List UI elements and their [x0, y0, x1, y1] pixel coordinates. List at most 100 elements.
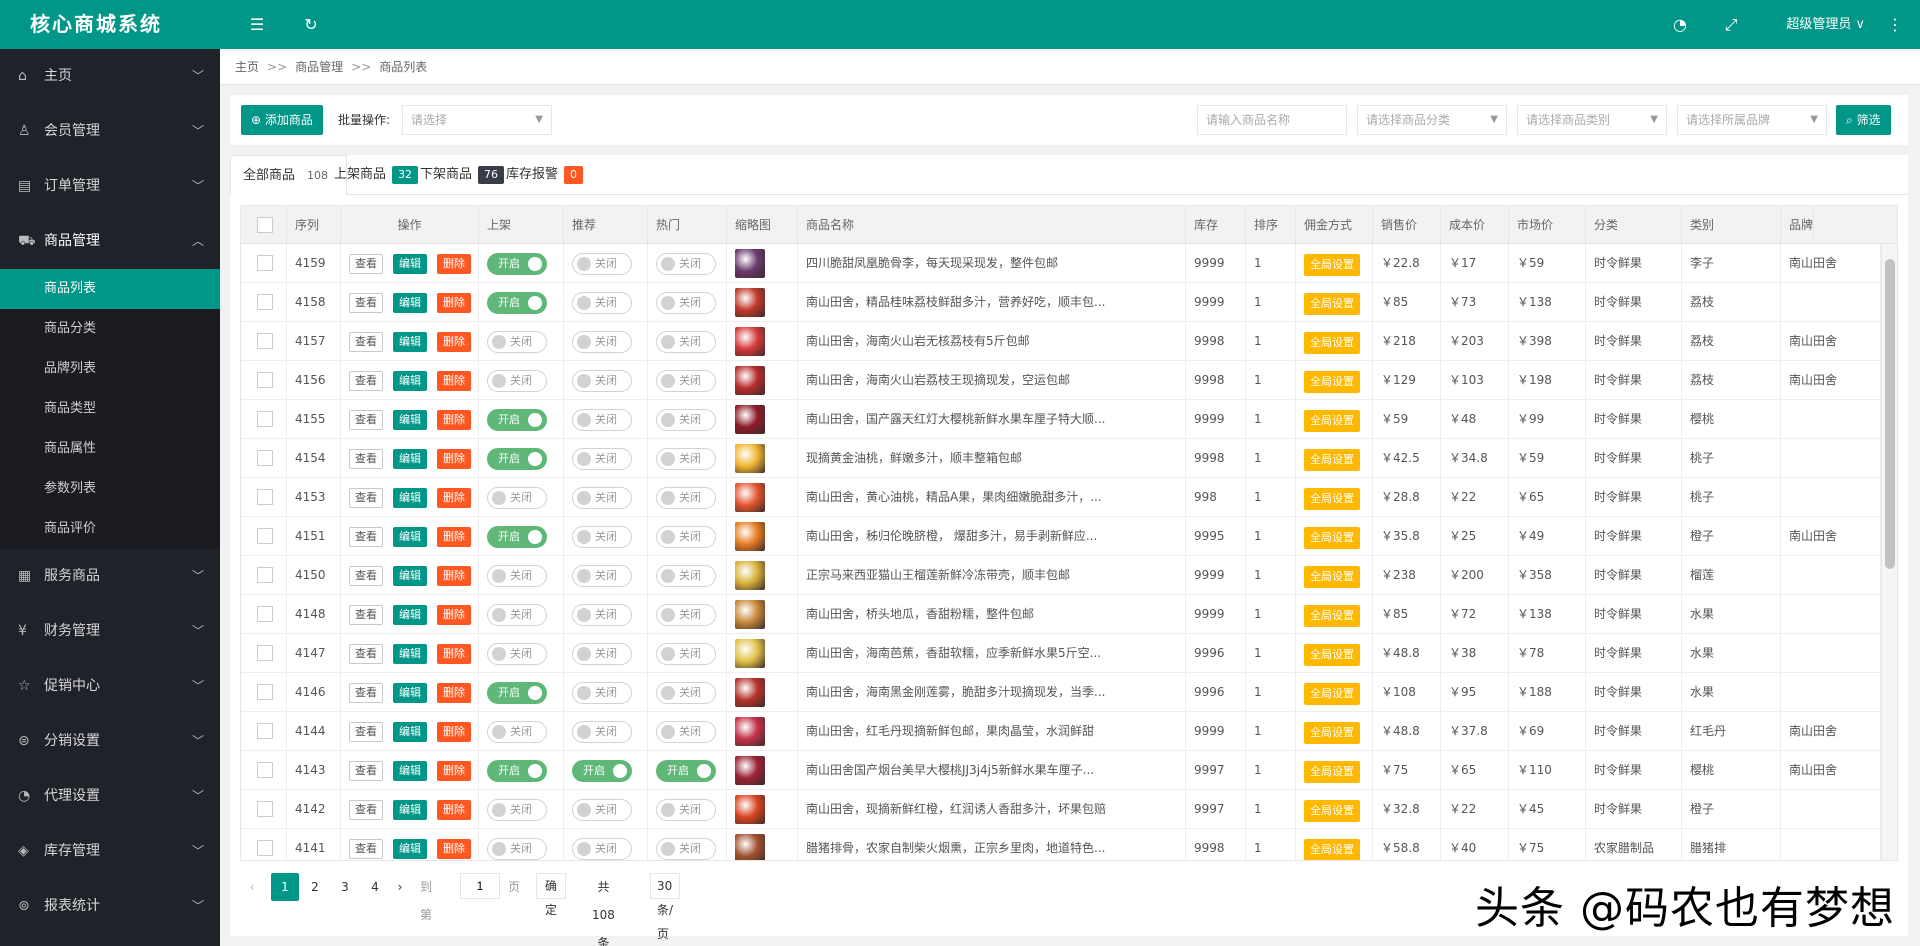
row-checkbox[interactable]	[257, 528, 273, 544]
admin-user-menu[interactable]: 超级管理员 ∨	[1786, 0, 1865, 49]
global-setting-button[interactable]: 全局设置	[1304, 332, 1360, 354]
delete-button[interactable]: 删除	[437, 527, 471, 547]
product-thumbnail[interactable]	[735, 249, 765, 278]
product-thumbnail[interactable]	[735, 327, 765, 356]
sidebar-group[interactable]: ▤ 订单管理 ﹀	[0, 159, 220, 214]
product-thumbnail[interactable]	[735, 483, 765, 512]
hot-switch[interactable]: 关闭	[656, 292, 716, 314]
row-checkbox[interactable]	[257, 294, 273, 310]
hot-switch[interactable]: 关闭	[656, 253, 716, 275]
product-thumbnail[interactable]	[735, 405, 765, 434]
recommend-switch[interactable]: 关闭	[572, 409, 632, 431]
on-shelf-switch[interactable]: 关闭	[487, 331, 547, 353]
delete-button[interactable]: 删除	[437, 254, 471, 274]
hot-switch[interactable]: 关闭	[656, 565, 716, 587]
delete-button[interactable]: 删除	[437, 293, 471, 313]
row-checkbox[interactable]	[257, 255, 273, 271]
recommend-switch[interactable]: 关闭	[572, 292, 632, 314]
page-2-button[interactable]: 2	[301, 873, 329, 901]
recommend-switch[interactable]: 关闭	[572, 253, 632, 275]
product-name-input[interactable]	[1197, 105, 1347, 135]
edit-button[interactable]: 编辑	[393, 800, 427, 820]
view-button[interactable]: 查看	[349, 839, 383, 859]
row-checkbox[interactable]	[257, 684, 273, 700]
edit-button[interactable]: 编辑	[393, 722, 427, 742]
sidebar-group[interactable]: ☆ 促销中心 ﹀	[0, 659, 220, 714]
menu-fold-icon[interactable]: ☰	[242, 0, 272, 49]
row-checkbox[interactable]	[257, 606, 273, 622]
sidebar-group[interactable]: ▦ 服务商品 ﹀	[0, 549, 220, 604]
product-thumbnail[interactable]	[735, 600, 765, 629]
product-thumbnail[interactable]	[735, 444, 765, 473]
view-button[interactable]: 查看	[349, 488, 383, 508]
row-checkbox[interactable]	[257, 372, 273, 388]
recommend-switch[interactable]: 关闭	[572, 643, 632, 665]
sidebar-group[interactable]: ⊜ 分销设置 ﹀	[0, 714, 220, 769]
global-setting-button[interactable]: 全局设置	[1304, 761, 1360, 783]
row-checkbox[interactable]	[257, 840, 273, 856]
view-button[interactable]: 查看	[349, 800, 383, 820]
next-page-button[interactable]: ›	[390, 873, 410, 901]
edit-button[interactable]: 编辑	[393, 605, 427, 625]
product-thumbnail[interactable]	[735, 522, 765, 551]
delete-button[interactable]: 删除	[437, 566, 471, 586]
row-checkbox[interactable]	[257, 567, 273, 583]
delete-button[interactable]: 删除	[437, 644, 471, 664]
global-setting-button[interactable]: 全局设置	[1304, 488, 1360, 510]
page-size-select[interactable]: 30 条/页 ▾	[650, 873, 681, 941]
global-setting-button[interactable]: 全局设置	[1304, 605, 1360, 627]
edit-button[interactable]: 编辑	[393, 332, 427, 352]
sidebar-sub-item[interactable]: 品牌列表	[0, 349, 220, 389]
global-setting-button[interactable]: 全局设置	[1304, 839, 1360, 860]
on-shelf-switch[interactable]: 开启	[487, 253, 547, 275]
hot-switch[interactable]: 关闭	[656, 409, 716, 431]
page-3-button[interactable]: 3	[331, 873, 359, 901]
category-select[interactable]: 请选择商品分类 ▼	[1357, 105, 1507, 135]
sidebar-sub-item[interactable]: 商品属性	[0, 429, 220, 469]
page-1-button[interactable]: 1	[271, 873, 299, 901]
sidebar-sub-item[interactable]: 商品分类	[0, 309, 220, 349]
select-all-checkbox[interactable]	[257, 217, 273, 233]
product-thumbnail[interactable]	[735, 756, 765, 785]
hot-switch[interactable]: 关闭	[656, 682, 716, 704]
global-setting-button[interactable]: 全局设置	[1304, 254, 1360, 276]
on-shelf-switch[interactable]: 开启	[487, 760, 547, 782]
delete-button[interactable]: 删除	[437, 371, 471, 391]
edit-button[interactable]: 编辑	[393, 761, 427, 781]
more-icon[interactable]: ⋮	[1880, 0, 1910, 49]
sidebar-group[interactable]: ⛟ 商品管理 ︿	[0, 214, 220, 269]
product-thumbnail[interactable]	[735, 834, 765, 860]
delete-button[interactable]: 删除	[437, 488, 471, 508]
on-shelf-switch[interactable]: 关闭	[487, 565, 547, 587]
product-thumbnail[interactable]	[735, 288, 765, 317]
hot-switch[interactable]: 关闭	[656, 643, 716, 665]
delete-button[interactable]: 删除	[437, 332, 471, 352]
type-select[interactable]: 请选择商品类别 ▼	[1517, 105, 1667, 135]
global-setting-button[interactable]: 全局设置	[1304, 449, 1360, 471]
tab-3[interactable]: 库存报警 0	[494, 155, 595, 195]
global-setting-button[interactable]: 全局设置	[1304, 566, 1360, 588]
recommend-switch[interactable]: 关闭	[572, 370, 632, 392]
product-thumbnail[interactable]	[735, 717, 765, 746]
delete-button[interactable]: 删除	[437, 605, 471, 625]
view-button[interactable]: 查看	[349, 371, 383, 391]
delete-button[interactable]: 删除	[437, 683, 471, 703]
on-shelf-switch[interactable]: 关闭	[487, 799, 547, 821]
global-setting-button[interactable]: 全局设置	[1304, 371, 1360, 393]
breadcrumb-item[interactable]: 主页	[235, 60, 259, 74]
global-setting-button[interactable]: 全局设置	[1304, 527, 1360, 549]
product-thumbnail[interactable]	[735, 678, 765, 707]
recommend-switch[interactable]: 关闭	[572, 799, 632, 821]
global-setting-button[interactable]: 全局设置	[1304, 293, 1360, 315]
sidebar-sub-item[interactable]: 商品类型	[0, 389, 220, 429]
recommend-switch[interactable]: 关闭	[572, 838, 632, 860]
edit-button[interactable]: 编辑	[393, 410, 427, 430]
global-setting-button[interactable]: 全局设置	[1304, 722, 1360, 744]
hot-switch[interactable]: 关闭	[656, 526, 716, 548]
delete-button[interactable]: 删除	[437, 410, 471, 430]
sidebar-group[interactable]: ⌂ 主页 ﹀	[0, 49, 220, 104]
filter-button[interactable]: ⌕ 筛选	[1836, 105, 1891, 135]
sidebar-sub-item[interactable]: 商品列表	[0, 269, 220, 309]
hot-switch[interactable]: 关闭	[656, 487, 716, 509]
global-setting-button[interactable]: 全局设置	[1304, 644, 1360, 666]
